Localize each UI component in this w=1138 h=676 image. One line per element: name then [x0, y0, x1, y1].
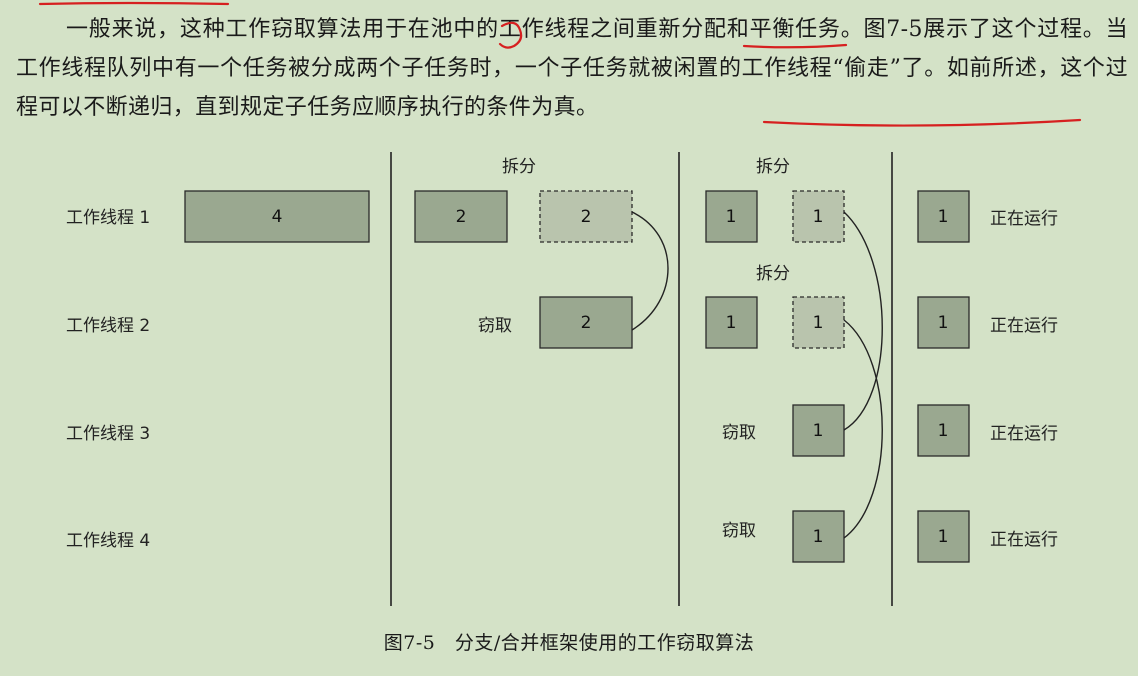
steal-arc-thread4 — [843, 319, 883, 539]
annotation-underline-redistribute — [742, 43, 848, 49]
running-label-1: 正在运行 — [990, 209, 1058, 229]
running-label-3: 正在运行 — [990, 424, 1058, 444]
task-value-t3-final: 1 — [938, 421, 949, 441]
page: 一般来说，这种工作窃取算法用于在池中的工作线程之间重新分配和平衡任务。图7-5展… — [0, 0, 1138, 676]
annotation-top-underline — [38, 1, 230, 6]
red-annotations — [38, 1, 1082, 127]
work-stealing-diagram: 工作线程 1 工作线程 2 工作线程 3 工作线程 4 拆分 拆分 拆分 窃取 … — [38, 1, 1082, 606]
figure-caption: 图7-5 分支/合并框架使用的工作窃取算法 — [383, 632, 755, 654]
task-value-t3-stage3-stolen: 1 — [813, 421, 824, 441]
task-value-t1-stage3-split: 1 — [813, 207, 824, 227]
thread-label-1: 工作线程 1 — [66, 208, 150, 228]
steal-label-thread3: 窃取 — [722, 423, 756, 443]
running-label-4: 正在运行 — [990, 530, 1058, 550]
thread-label-4: 工作线程 4 — [66, 531, 150, 551]
running-label-2: 正在运行 — [990, 316, 1058, 336]
steal-arc-thread3 — [843, 211, 883, 431]
task-value-t4-final: 1 — [938, 527, 949, 547]
task-value-t1-stage3-kept: 1 — [726, 207, 737, 227]
annotation-underline-condition — [762, 118, 1082, 127]
split-label-stage3-mid: 拆分 — [756, 264, 790, 284]
split-label-stage2: 拆分 — [502, 157, 536, 177]
split-label-stage3-top: 拆分 — [756, 157, 790, 177]
steal-label-stage2: 窃取 — [478, 316, 512, 336]
thread-label-2: 工作线程 2 — [66, 316, 150, 336]
task-value-t2-stage2-stolen: 2 — [581, 313, 592, 333]
steal-arc-stage2 — [631, 211, 669, 331]
task-value-t1-stage1: 4 — [272, 207, 283, 227]
task-value-t4-stage3-stolen: 1 — [813, 527, 824, 547]
task-value-t1-stage2-split: 2 — [581, 207, 592, 227]
task-value-t2-stage3-kept: 1 — [726, 313, 737, 333]
task-value-t2-stage3-split: 1 — [813, 313, 824, 333]
thread-label-3: 工作线程 3 — [66, 424, 150, 444]
annotation-circle-mark — [498, 21, 523, 49]
steal-label-thread4: 窃取 — [722, 521, 756, 541]
task-value-t2-final: 1 — [938, 313, 949, 333]
task-value-t1-stage2-kept: 2 — [456, 207, 467, 227]
task-value-t1-final: 1 — [938, 207, 949, 227]
